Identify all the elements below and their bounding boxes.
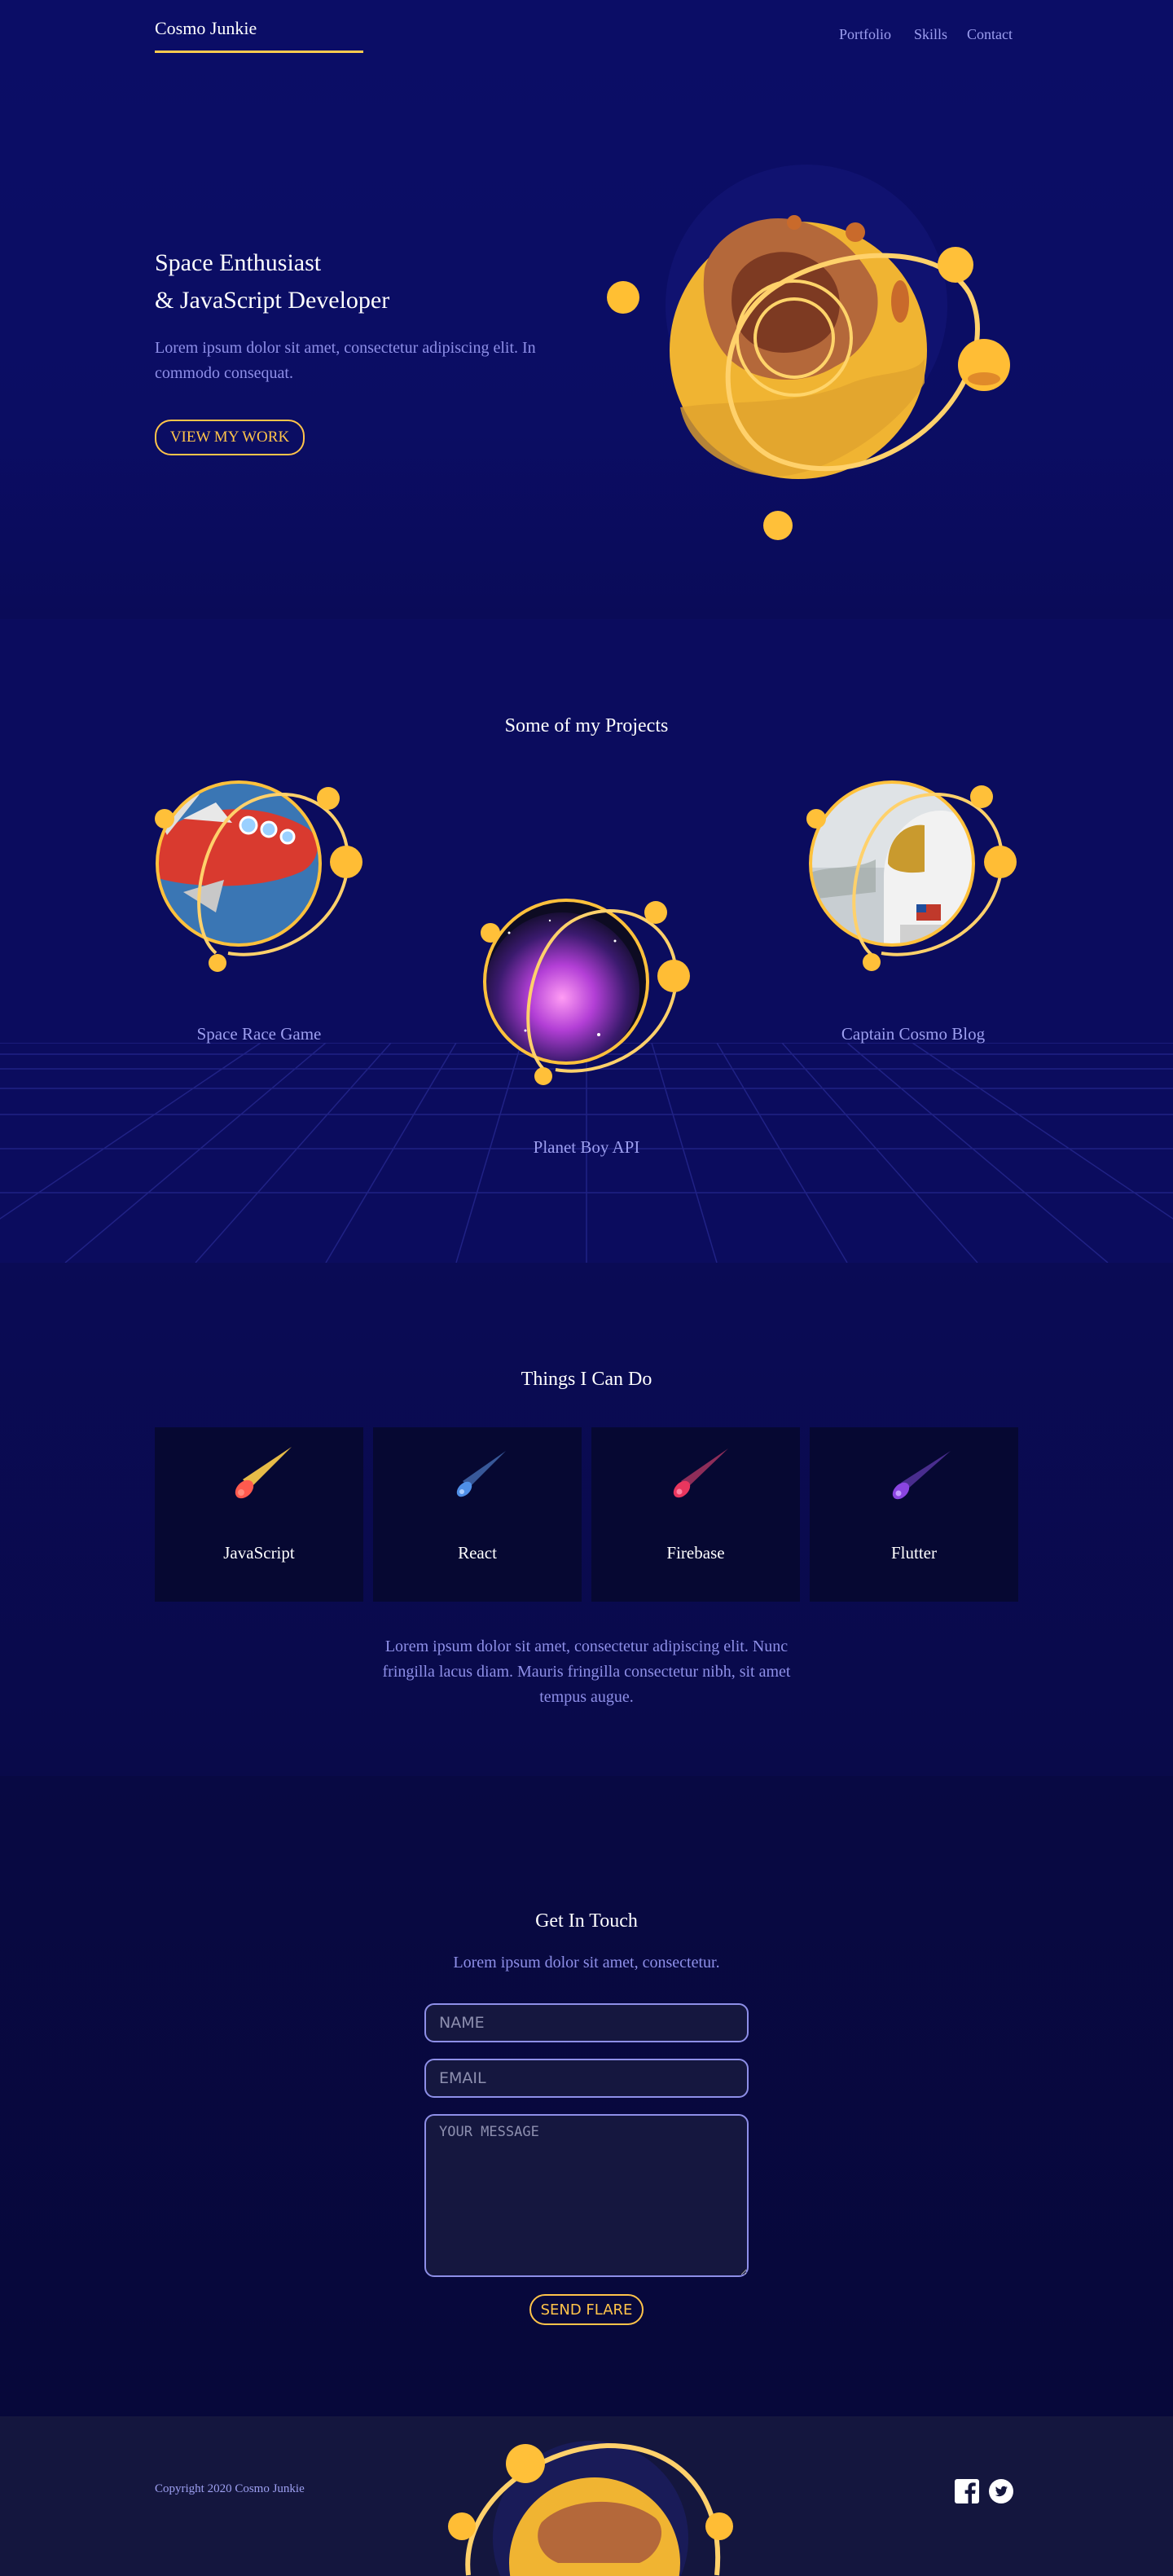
view-my-work-button[interactable]: VIEW MY WORK [155, 420, 305, 455]
comet-icon [892, 1451, 951, 1500]
skill-label-firebase: Firebase [666, 1543, 725, 1563]
planet-illustration [607, 165, 1010, 540]
logo[interactable]: Cosmo Junkie [155, 18, 257, 39]
hero-title: Space Enthusiast & JavaScript Developer [155, 244, 389, 319]
projects-title: Some of my Projects [504, 715, 669, 736]
comet-icon [456, 1451, 506, 1497]
hero-text: Lorem ipsum dolor sit amet, consectetur … [155, 339, 536, 382]
comet-icon [235, 1447, 292, 1499]
project-planet-boy-image[interactable] [477, 892, 696, 1088]
skill-card-firebase: Firebase [591, 1427, 800, 1602]
nav-contact[interactable]: Contact [967, 26, 1013, 43]
project-captain-cosmo-image[interactable] [802, 778, 1022, 974]
copyright-text: Copyright 2020 Cosmo Junkie [155, 2482, 305, 2495]
skill-label-flutter: Flutter [891, 1543, 937, 1563]
skill-label-javascript: JavaScript [223, 1543, 295, 1563]
project-label-captain-cosmo[interactable]: Captain Cosmo Blog [783, 1024, 1043, 1044]
skills-title: Things I Can Do [521, 1369, 652, 1390]
project-space-race-image[interactable] [151, 778, 371, 974]
skill-card-react: React [373, 1427, 582, 1602]
skills-text: Lorem ipsum dolor sit amet, consectetur … [382, 1637, 791, 1706]
nebula-icon [485, 900, 648, 1063]
send-flare-button[interactable]: SEND FLARE [529, 2294, 644, 2325]
logo-underline [155, 51, 363, 53]
skill-label-react: React [458, 1543, 497, 1563]
project-label-space-race[interactable]: Space Race Game [129, 1024, 389, 1044]
name-field[interactable] [424, 2003, 749, 2042]
email-field[interactable] [424, 2059, 749, 2098]
comet-icon [673, 1448, 728, 1498]
twitter-icon[interactable] [989, 2479, 1013, 2503]
skill-card-javascript: JavaScript [155, 1427, 363, 1602]
hero-title-line1: Space Enthusiast [155, 249, 322, 276]
rocket-icon [157, 782, 320, 945]
hero-title-line2: & JavaScript Developer [155, 287, 390, 314]
astronaut-icon [811, 782, 973, 945]
project-label-planet-boy[interactable]: Planet Boy API [456, 1137, 717, 1158]
nav-portfolio[interactable]: Portfolio [839, 26, 891, 43]
facebook-icon[interactable] [955, 2479, 979, 2503]
footer-planet-illustration [448, 2441, 733, 2576]
skill-card-flutter: Flutter [810, 1427, 1018, 1602]
contact-subtitle: Lorem ipsum dolor sit amet, consectetur. [453, 1954, 720, 1972]
nav-skills[interactable]: Skills [914, 26, 947, 43]
contact-title: Get In Touch [535, 1910, 638, 1932]
message-field[interactable] [424, 2114, 749, 2277]
